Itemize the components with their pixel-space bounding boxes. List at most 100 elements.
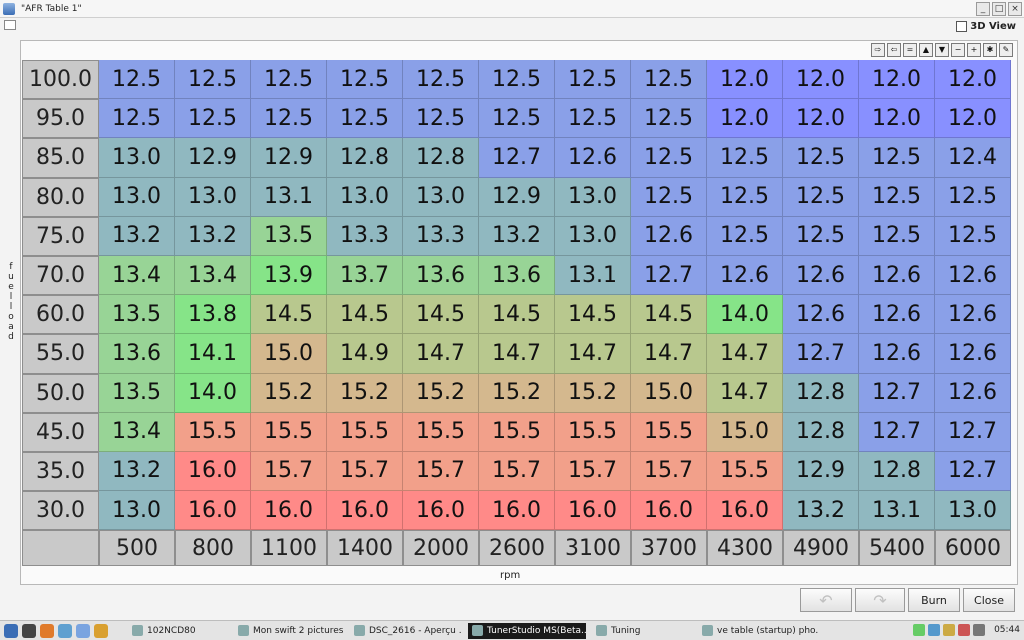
- table-cell[interactable]: 16.0: [175, 491, 251, 531]
- table-cell[interactable]: 14.7: [707, 334, 783, 374]
- table-cell[interactable]: 13.6: [479, 255, 555, 296]
- table-cell[interactable]: 12.5: [935, 177, 1011, 217]
- table-cell[interactable]: 12.5: [783, 177, 859, 217]
- table-cell[interactable]: 12.5: [99, 99, 175, 139]
- table-cell[interactable]: 12.7: [935, 412, 1011, 452]
- table-cell[interactable]: 14.5: [555, 295, 631, 335]
- table-cell[interactable]: 13.0: [175, 177, 251, 217]
- table-cell[interactable]: 12.0: [783, 99, 859, 139]
- table-cell[interactable]: 12.5: [783, 138, 859, 178]
- table-cell[interactable]: 12.6: [859, 295, 935, 335]
- minimize-icon[interactable]: _: [976, 2, 990, 16]
- table-cell[interactable]: 12.8: [859, 451, 935, 492]
- table-cell[interactable]: 12.5: [859, 138, 935, 178]
- table-cell[interactable]: 13.5: [99, 373, 175, 413]
- burn-button[interactable]: Burn: [908, 588, 960, 612]
- arrow-left-icon[interactable]: ⇦: [887, 43, 901, 57]
- asterisk-icon[interactable]: ✱: [983, 43, 997, 57]
- table-cell[interactable]: 14.1: [175, 334, 251, 374]
- table-cell[interactable]: 12.7: [631, 255, 707, 296]
- table-cell[interactable]: 12.6: [631, 216, 707, 256]
- table-cell[interactable]: 13.2: [99, 216, 175, 256]
- table-cell[interactable]: 12.0: [707, 99, 783, 139]
- table-cell[interactable]: 13.6: [99, 334, 175, 374]
- equals-icon[interactable]: =: [903, 43, 917, 57]
- table-cell[interactable]: 14.7: [403, 334, 479, 374]
- table-cell[interactable]: 13.2: [175, 216, 251, 256]
- table-cell[interactable]: 16.0: [175, 451, 251, 492]
- table-cell[interactable]: 12.5: [555, 60, 631, 100]
- table-cell[interactable]: 12.0: [935, 99, 1011, 139]
- table-cell[interactable]: 12.5: [175, 99, 251, 139]
- table-cell[interactable]: 15.7: [403, 451, 479, 492]
- table-cell[interactable]: 13.0: [555, 177, 631, 217]
- files-icon[interactable]: [58, 623, 72, 638]
- table-cell[interactable]: 12.9: [251, 138, 327, 178]
- table-cell[interactable]: 12.5: [403, 99, 479, 139]
- table-cell[interactable]: 15.2: [403, 373, 479, 413]
- table-cell[interactable]: 12.5: [631, 138, 707, 178]
- table-cell[interactable]: 15.5: [403, 412, 479, 452]
- bluetooth-icon[interactable]: [928, 624, 941, 636]
- table-cell[interactable]: 12.5: [99, 60, 175, 100]
- redo-button[interactable]: ↷: [855, 588, 905, 612]
- table-cell[interactable]: 13.1: [251, 177, 327, 217]
- table-cell[interactable]: 15.7: [327, 451, 403, 492]
- table-cell[interactable]: 15.5: [707, 451, 783, 492]
- table-cell[interactable]: 12.5: [175, 60, 251, 100]
- undo-button[interactable]: ↶: [800, 588, 852, 612]
- close-button[interactable]: Close: [963, 588, 1015, 612]
- table-cell[interactable]: 14.9: [327, 334, 403, 374]
- table-cell[interactable]: 12.0: [935, 60, 1011, 100]
- table-cell[interactable]: 15.7: [479, 451, 555, 492]
- table-cell[interactable]: 12.6: [555, 138, 631, 178]
- table-cell[interactable]: 14.7: [631, 334, 707, 374]
- table-cell[interactable]: 12.6: [859, 334, 935, 374]
- table-cell[interactable]: 14.5: [403, 295, 479, 335]
- table-cell[interactable]: 12.5: [707, 216, 783, 256]
- table-cell[interactable]: 16.0: [327, 491, 403, 531]
- table-cell[interactable]: 13.0: [555, 216, 631, 256]
- table-cell[interactable]: 12.7: [479, 138, 555, 178]
- plus-icon[interactable]: +: [967, 43, 981, 57]
- table-cell[interactable]: 13.0: [935, 491, 1011, 531]
- table-cell[interactable]: 13.5: [99, 295, 175, 335]
- table-cell[interactable]: 12.0: [859, 60, 935, 100]
- table-cell[interactable]: 13.4: [175, 255, 251, 296]
- table-cell[interactable]: 12.8: [327, 138, 403, 178]
- table-cell[interactable]: 15.2: [251, 373, 327, 413]
- table-cell[interactable]: 12.6: [783, 255, 859, 296]
- table-cell[interactable]: 12.6: [935, 334, 1011, 374]
- table-cell[interactable]: 12.9: [175, 138, 251, 178]
- table-cell[interactable]: 12.6: [859, 255, 935, 296]
- table-cell[interactable]: 12.5: [707, 138, 783, 178]
- table-cell[interactable]: 15.0: [251, 334, 327, 374]
- table-cell[interactable]: 14.0: [707, 295, 783, 335]
- table-cell[interactable]: 16.0: [555, 491, 631, 531]
- table-cell[interactable]: 13.4: [99, 255, 175, 296]
- table-cell[interactable]: 12.7: [783, 334, 859, 374]
- table-cell[interactable]: 12.8: [783, 412, 859, 452]
- table-cell[interactable]: 15.7: [251, 451, 327, 492]
- table-cell[interactable]: 12.7: [859, 373, 935, 413]
- arrow-right-icon[interactable]: ⇨: [871, 43, 885, 57]
- table-cell[interactable]: 12.8: [403, 138, 479, 178]
- table-cell[interactable]: 13.0: [99, 177, 175, 217]
- settings-icon[interactable]: [76, 623, 90, 638]
- table-cell[interactable]: 15.2: [479, 373, 555, 413]
- taskbar-item[interactable]: ve table (startup) pho...: [698, 623, 818, 639]
- table-cell[interactable]: 12.6: [935, 295, 1011, 335]
- table-cell[interactable]: 15.2: [555, 373, 631, 413]
- table-cell[interactable]: 12.6: [783, 295, 859, 335]
- table-cell[interactable]: 13.0: [327, 177, 403, 217]
- table-cell[interactable]: 12.0: [707, 60, 783, 100]
- table-cell[interactable]: 15.5: [251, 412, 327, 452]
- table-cell[interactable]: 15.5: [631, 412, 707, 452]
- taskbar-item[interactable]: TunerStudio MS(Beta...: [468, 622, 586, 639]
- network-icon[interactable]: [913, 624, 926, 636]
- table-cell[interactable]: 12.5: [251, 60, 327, 100]
- table-cell[interactable]: 15.5: [327, 412, 403, 452]
- table-cell[interactable]: 12.5: [859, 216, 935, 256]
- table-cell[interactable]: 13.2: [783, 491, 859, 531]
- minus-icon[interactable]: −: [951, 43, 965, 57]
